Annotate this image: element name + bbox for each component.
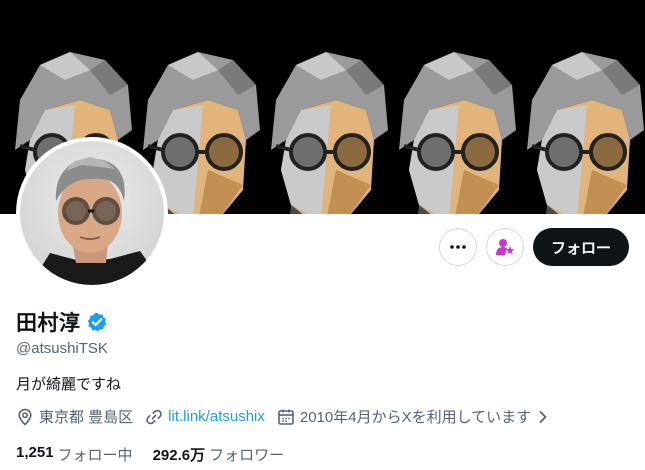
followers-label: フォロワー: [209, 447, 285, 464]
profile-meta: 東京都 豊島区 lit.link/atsushix 2010年4月からXを利用し…: [16, 406, 562, 427]
follow-button[interactable]: フォロー: [532, 228, 629, 266]
location-pin-icon: [18, 408, 32, 426]
following-label: フォロー中: [57, 447, 133, 464]
more-button[interactable]: [438, 228, 477, 266]
following-stat[interactable]: 1,251 フォロー中: [16, 444, 133, 465]
chevron-right-icon: [539, 410, 547, 423]
following-count: 1,251: [16, 444, 54, 461]
more-icon: [450, 245, 466, 249]
subscribe-star-icon: [495, 239, 515, 255]
link-icon: [146, 409, 162, 424]
calendar-icon: [278, 409, 294, 425]
display-name: 田村淳: [16, 312, 81, 335]
subscribe-button[interactable]: [485, 228, 524, 266]
location-text: 東京都 豊島区: [39, 409, 134, 426]
profile-actions: フォロー: [438, 228, 629, 266]
verified-badge-icon[interactable]: [87, 312, 107, 332]
name-row: 田村淳: [16, 307, 107, 337]
followers-stat[interactable]: 292.6万 フォロワー: [153, 444, 285, 465]
followers-count: 292.6万: [152, 447, 206, 464]
website-link[interactable]: lit.link/atsushix: [168, 408, 265, 425]
avatar-image: [20, 141, 164, 285]
bio: 月が綺麗ですね: [16, 376, 122, 393]
location-item: 東京都 豊島区: [16, 406, 133, 427]
follow-stats: 1,251 フォロー中 292.6万 フォロワー: [16, 444, 304, 465]
joined-item[interactable]: 2010年4月からXを利用しています: [277, 406, 550, 427]
avatar[interactable]: [16, 137, 168, 289]
website-item[interactable]: lit.link/atsushix: [145, 408, 265, 426]
joined-text: 2010年4月からXを利用しています: [299, 409, 532, 426]
user-handle: @atsushiTSK: [16, 340, 108, 357]
